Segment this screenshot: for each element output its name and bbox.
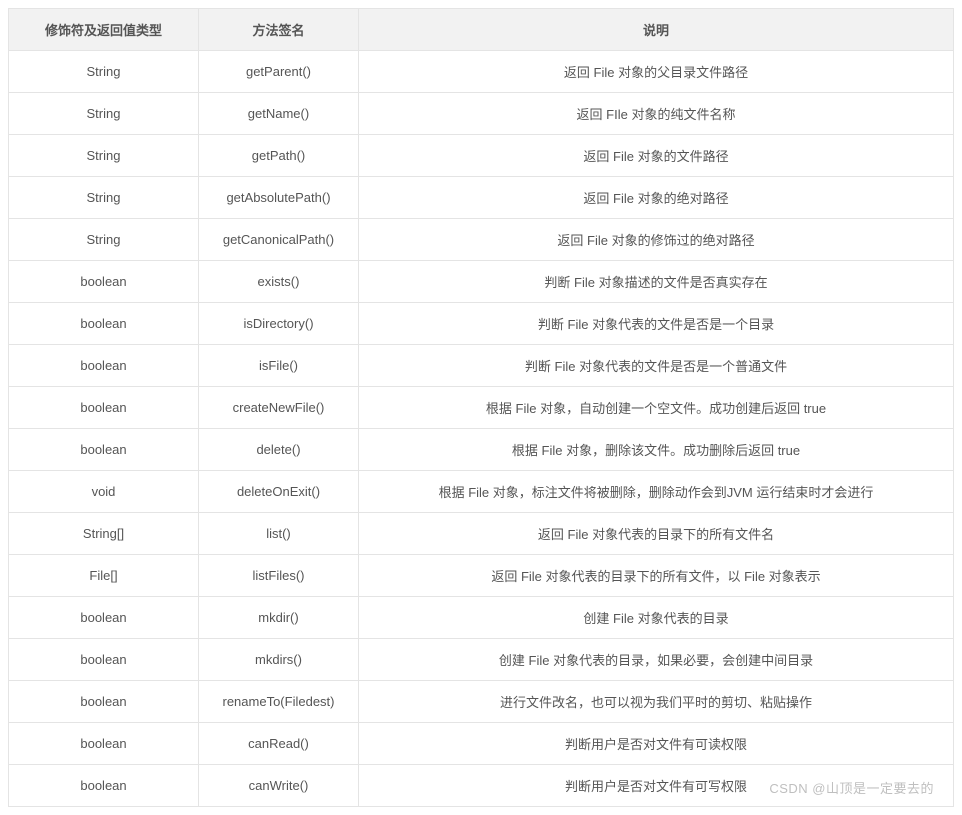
cell-method-signature: delete() <box>199 429 359 471</box>
cell-method-signature: mkdir() <box>199 597 359 639</box>
cell-return-type: boolean <box>9 639 199 681</box>
cell-return-type: String <box>9 219 199 261</box>
cell-return-type: String <box>9 135 199 177</box>
table-row: voiddeleteOnExit()根据 File 对象，标注文件将被删除，删除… <box>9 471 954 513</box>
cell-method-signature: isDirectory() <box>199 303 359 345</box>
cell-description: 返回 FIle 对象的纯文件名称 <box>359 93 954 135</box>
cell-description: 判断 File 对象代表的文件是否是一个普通文件 <box>359 345 954 387</box>
table-row: StringgetPath()返回 File 对象的文件路径 <box>9 135 954 177</box>
table-row: StringgetName()返回 FIle 对象的纯文件名称 <box>9 93 954 135</box>
cell-return-type: boolean <box>9 345 199 387</box>
cell-description: 返回 File 对象的文件路径 <box>359 135 954 177</box>
cell-description: 返回 File 对象的父目录文件路径 <box>359 51 954 93</box>
cell-method-signature: list() <box>199 513 359 555</box>
table-row: StringgetParent()返回 File 对象的父目录文件路径 <box>9 51 954 93</box>
cell-return-type: boolean <box>9 681 199 723</box>
cell-description: 返回 File 对象代表的目录下的所有文件，以 File 对象表示 <box>359 555 954 597</box>
header-method-signature: 方法签名 <box>199 9 359 51</box>
cell-description: 返回 File 对象代表的目录下的所有文件名 <box>359 513 954 555</box>
cell-description: 判断 File 对象代表的文件是否是一个目录 <box>359 303 954 345</box>
file-methods-table: 修饰符及返回值类型 方法签名 说明 StringgetParent()返回 Fi… <box>8 8 954 807</box>
cell-description: 判断用户是否对文件有可写权限 <box>359 765 954 807</box>
table-row: booleandelete()根据 File 对象，删除该文件。成功删除后返回 … <box>9 429 954 471</box>
cell-method-signature: renameTo(Filedest) <box>199 681 359 723</box>
cell-return-type: void <box>9 471 199 513</box>
cell-description: 创建 File 对象代表的目录，如果必要，会创建中间目录 <box>359 639 954 681</box>
table-header-row: 修饰符及返回值类型 方法签名 说明 <box>9 9 954 51</box>
cell-return-type: boolean <box>9 261 199 303</box>
cell-method-signature: canRead() <box>199 723 359 765</box>
cell-method-signature: getCanonicalPath() <box>199 219 359 261</box>
table-row: booleancanRead()判断用户是否对文件有可读权限 <box>9 723 954 765</box>
table-row: booleanisFile()判断 File 对象代表的文件是否是一个普通文件 <box>9 345 954 387</box>
cell-return-type: boolean <box>9 723 199 765</box>
cell-method-signature: createNewFile() <box>199 387 359 429</box>
table-row: StringgetCanonicalPath()返回 File 对象的修饰过的绝… <box>9 219 954 261</box>
cell-return-type: boolean <box>9 303 199 345</box>
cell-description: 进行文件改名，也可以视为我们平时的剪切、粘贴操作 <box>359 681 954 723</box>
table-row: booleanexists()判断 File 对象描述的文件是否真实存在 <box>9 261 954 303</box>
cell-return-type: boolean <box>9 597 199 639</box>
cell-description: 判断用户是否对文件有可读权限 <box>359 723 954 765</box>
table-row: booleancreateNewFile()根据 File 对象，自动创建一个空… <box>9 387 954 429</box>
cell-description: 创建 File 对象代表的目录 <box>359 597 954 639</box>
cell-method-signature: getName() <box>199 93 359 135</box>
table-row: booleanmkdir()创建 File 对象代表的目录 <box>9 597 954 639</box>
cell-method-signature: canWrite() <box>199 765 359 807</box>
table-row: String[]list()返回 File 对象代表的目录下的所有文件名 <box>9 513 954 555</box>
cell-method-signature: deleteOnExit() <box>199 471 359 513</box>
cell-return-type: boolean <box>9 765 199 807</box>
table-row: booleancanWrite()判断用户是否对文件有可写权限 <box>9 765 954 807</box>
cell-return-type: String <box>9 177 199 219</box>
cell-method-signature: listFiles() <box>199 555 359 597</box>
cell-description: 返回 File 对象的修饰过的绝对路径 <box>359 219 954 261</box>
header-description: 说明 <box>359 9 954 51</box>
cell-return-type: File[] <box>9 555 199 597</box>
cell-description: 根据 File 对象，自动创建一个空文件。成功创建后返回 true <box>359 387 954 429</box>
cell-method-signature: exists() <box>199 261 359 303</box>
cell-description: 返回 File 对象的绝对路径 <box>359 177 954 219</box>
cell-return-type: boolean <box>9 429 199 471</box>
cell-method-signature: getParent() <box>199 51 359 93</box>
table-row: booleanmkdirs()创建 File 对象代表的目录，如果必要，会创建中… <box>9 639 954 681</box>
cell-return-type: String <box>9 51 199 93</box>
table-row: StringgetAbsolutePath()返回 File 对象的绝对路径 <box>9 177 954 219</box>
cell-description: 判断 File 对象描述的文件是否真实存在 <box>359 261 954 303</box>
cell-return-type: boolean <box>9 387 199 429</box>
cell-method-signature: isFile() <box>199 345 359 387</box>
cell-method-signature: getPath() <box>199 135 359 177</box>
cell-return-type: String[] <box>9 513 199 555</box>
table-row: booleanrenameTo(Filedest)进行文件改名，也可以视为我们平… <box>9 681 954 723</box>
header-return-type: 修饰符及返回值类型 <box>9 9 199 51</box>
cell-description: 根据 File 对象，删除该文件。成功删除后返回 true <box>359 429 954 471</box>
cell-method-signature: getAbsolutePath() <box>199 177 359 219</box>
table-row: booleanisDirectory()判断 File 对象代表的文件是否是一个… <box>9 303 954 345</box>
cell-method-signature: mkdirs() <box>199 639 359 681</box>
table-row: File[]listFiles()返回 File 对象代表的目录下的所有文件，以… <box>9 555 954 597</box>
cell-description: 根据 File 对象，标注文件将被删除，删除动作会到JVM 运行结束时才会进行 <box>359 471 954 513</box>
cell-return-type: String <box>9 93 199 135</box>
